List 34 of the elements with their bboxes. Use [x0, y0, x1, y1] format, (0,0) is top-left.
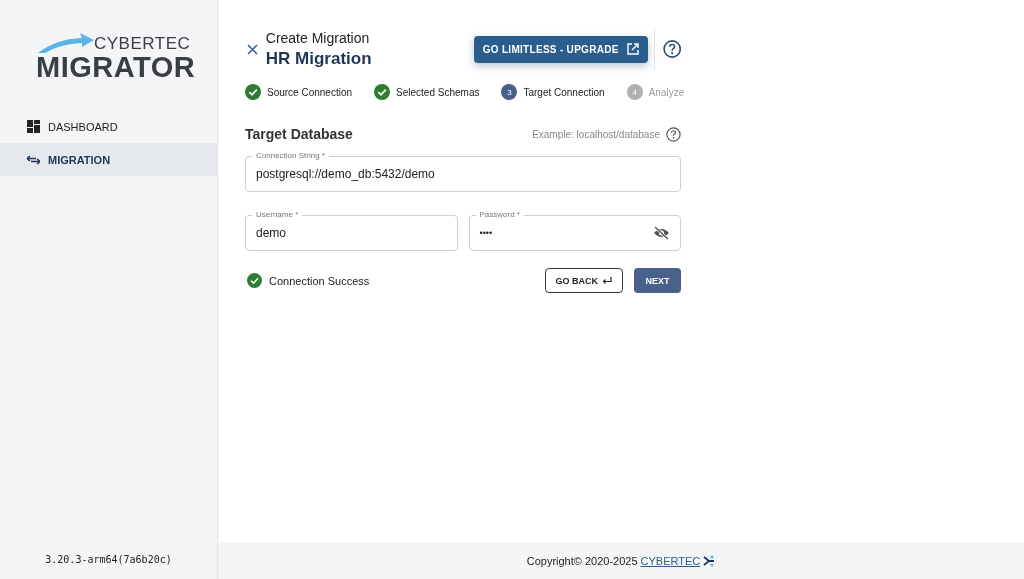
logo-mark-icon	[703, 554, 716, 567]
step-label: Source Connection	[267, 86, 353, 98]
status-message: Connection Success	[269, 274, 370, 287]
check-circle-icon	[374, 84, 391, 100]
migration-name: HR Migration	[265, 48, 373, 69]
sidebar-item[interactable]: DASHBOARD	[0, 110, 217, 143]
step-number: 4	[626, 84, 643, 100]
copyright-text: Copyright© 2020-2025	[526, 554, 638, 567]
help-icon[interactable]	[662, 39, 681, 59]
close-icon	[247, 43, 258, 55]
back-button[interactable]: GO BACK	[544, 268, 623, 293]
eye-slash-icon[interactable]	[653, 226, 670, 240]
swap-arrows-icon	[27, 154, 40, 165]
example-hint: Example: localhost/database	[532, 128, 660, 140]
step-label: Target Connection	[523, 86, 605, 98]
next-button[interactable]: NEXT	[634, 268, 681, 293]
step-label: Analyze	[648, 86, 685, 98]
page-title: Create Migration	[265, 29, 371, 46]
help-icon[interactable]	[666, 126, 681, 142]
logo-brand: CYBERTEC	[94, 34, 191, 54]
section-title: Target Database	[245, 126, 353, 142]
return-arrow-icon	[602, 276, 612, 285]
logo-arrow-icon	[36, 33, 96, 53]
step-number: 3	[501, 84, 518, 100]
close-button[interactable]	[247, 43, 261, 55]
upgrade-button[interactable]: GO LIMITLESS - UPGRADE	[473, 35, 648, 63]
external-link-icon	[626, 43, 639, 55]
sidebar-item[interactable]: MIGRATION	[0, 143, 217, 176]
dashboard-icon	[27, 120, 40, 133]
company-link[interactable]: CYBERTEC	[640, 554, 701, 567]
logo-product: MIGRATOR	[36, 54, 196, 80]
step-label: Selected Schemas	[396, 86, 480, 98]
check-circle-icon	[245, 84, 261, 100]
version-label: 3.20.3-arm64(7a6b20c)	[44, 554, 173, 565]
